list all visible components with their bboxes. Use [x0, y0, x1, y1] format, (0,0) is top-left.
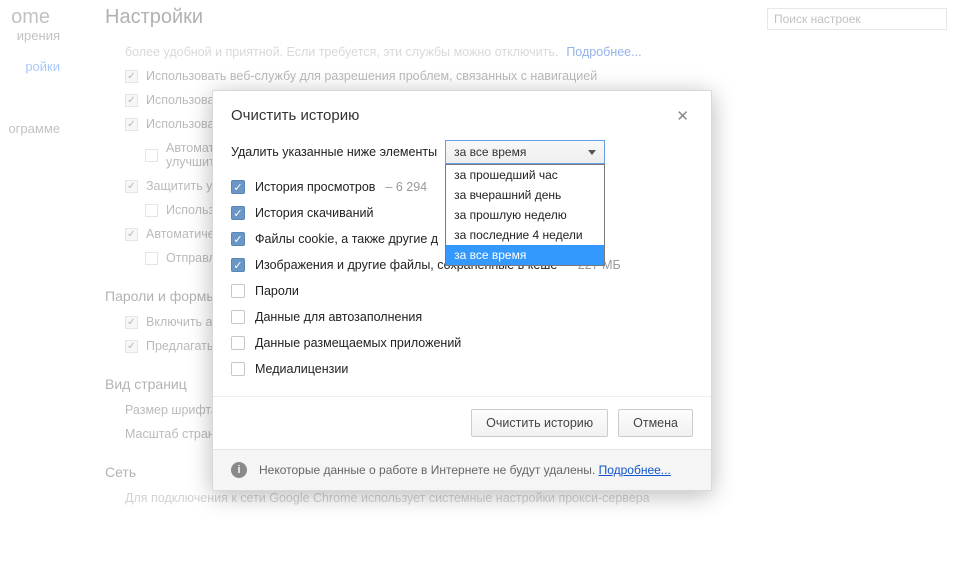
clear-option-suffix: – 6 294 [385, 180, 427, 194]
clear-option-label: История просмотров [255, 180, 375, 194]
checkbox-icon[interactable] [231, 362, 245, 376]
clear-option-row: Данные размещаемых приложений [231, 330, 693, 356]
clear-option-label: Данные для автозаполнения [255, 310, 422, 324]
info-text: Некоторые данные о работе в Интернете не… [259, 463, 595, 477]
cancel-button[interactable]: Отмена [618, 409, 693, 437]
clear-option-label: Пароли [255, 284, 299, 298]
clear-option-label: Данные размещаемых приложений [255, 336, 461, 350]
clear-option-label: История скачиваний [255, 206, 373, 220]
checkbox-icon[interactable] [231, 310, 245, 324]
modal-info: i Некоторые данные о работе в Интернете … [213, 449, 711, 490]
clear-option-label: Файлы cookie, а также другие д [255, 232, 438, 246]
clear-option-label: Медиалицензии [255, 362, 348, 376]
checkbox-icon[interactable]: ✓ [231, 180, 245, 194]
clear-option-row: Пароли [231, 278, 693, 304]
checkbox-icon[interactable] [231, 336, 245, 350]
time-range-button[interactable]: за все время [445, 140, 605, 164]
modal-footer: Очистить историю Отмена [213, 396, 711, 449]
dropdown-item[interactable]: за последние 4 недели [446, 225, 604, 245]
delete-range-row: Удалить указанные ниже элементы за все в… [231, 140, 693, 164]
info-icon: i [231, 462, 247, 478]
dropdown-item[interactable]: за прошедший час [446, 165, 604, 185]
checkbox-icon[interactable] [231, 284, 245, 298]
dropdown-item[interactable]: за прошлую неделю [446, 205, 604, 225]
clear-history-modal: Очистить историю ✕ Удалить указанные ниж… [212, 90, 712, 491]
dropdown-item[interactable]: за вчерашний день [446, 185, 604, 205]
delete-label: Удалить указанные ниже элементы [231, 145, 437, 159]
clear-option-row: Медиалицензии [231, 356, 693, 382]
checkbox-icon[interactable]: ✓ [231, 206, 245, 220]
modal-title: Очистить историю [231, 107, 359, 124]
modal-header: Очистить историю ✕ [213, 91, 711, 136]
checkbox-icon[interactable]: ✓ [231, 232, 245, 246]
time-range-select: за все время за прошедший часза вчерашни… [445, 140, 605, 164]
dropdown-item[interactable]: за все время [446, 245, 604, 265]
checkbox-icon[interactable]: ✓ [231, 258, 245, 272]
clear-option-row: Данные для автозаполнения [231, 304, 693, 330]
time-range-dropdown: за прошедший часза вчерашний деньза прош… [445, 164, 605, 266]
modal-body: Удалить указанные ниже элементы за все в… [213, 136, 711, 396]
close-icon[interactable]: ✕ [672, 107, 693, 126]
info-learn-more-link[interactable]: Подробнее... [599, 463, 671, 477]
clear-history-button[interactable]: Очистить историю [471, 409, 608, 437]
